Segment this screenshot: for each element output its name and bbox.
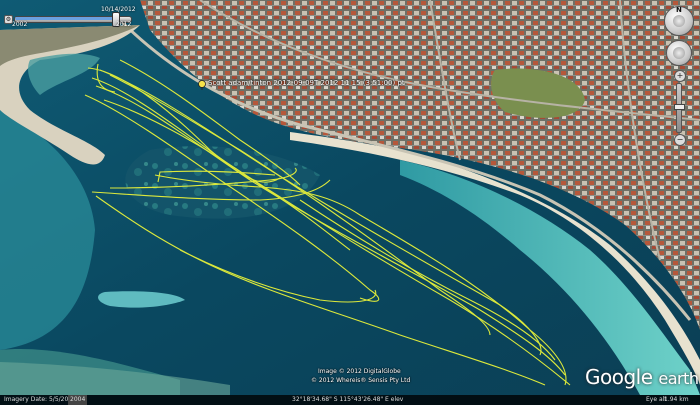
status-bar: Imagery Date: 5/5/2008 2004 32°18'34.68"… <box>0 395 700 405</box>
zoom-slider[interactable]: + − <box>674 70 686 146</box>
slider-start-year: 2002 <box>12 21 28 28</box>
year-badge[interactable]: 2004 <box>68 395 88 405</box>
attribution-line-1: Image © 2012 DigitalGlobe <box>318 368 401 375</box>
move-joystick-icon[interactable] <box>666 40 692 66</box>
attribution-line-2: © 2012 Whereis® Sensis Pty Ltd <box>311 377 411 384</box>
look-joystick-icon[interactable] <box>673 15 685 27</box>
eye-alt-value: 1.94 km <box>664 396 689 403</box>
logo-brand: Google <box>585 365 653 389</box>
navigation-controls[interactable]: N + − <box>662 6 696 146</box>
imagery-date: Imagery Date: 5/5/2008 <box>4 396 76 403</box>
compass-icon[interactable]: N <box>664 6 694 36</box>
cursor-coordinates: 32°18'34.68" S 115°43'26.48" E elev <box>292 396 404 403</box>
placemark-icon[interactable] <box>197 80 207 90</box>
satellite-map[interactable] <box>0 0 700 405</box>
google-earth-logo: Google earth <box>585 365 699 389</box>
placemark-label[interactable]: Scott adam/tinton 2012-09-09T 2012 11 15… <box>208 79 405 87</box>
logo-product: earth <box>658 369 699 388</box>
zoom-out-icon[interactable]: − <box>674 134 686 146</box>
north-label: N <box>676 6 682 14</box>
zoom-in-icon[interactable]: + <box>674 70 686 82</box>
time-slider[interactable]: 10/14/2012 ⚙ 2002 2012 <box>4 6 138 30</box>
slider-fill <box>15 17 116 20</box>
move-joystick-center[interactable] <box>673 47 685 59</box>
slider-end-year: 2012 <box>116 21 132 28</box>
zoom-thumb[interactable] <box>674 104 685 110</box>
zoom-track[interactable] <box>674 83 685 133</box>
